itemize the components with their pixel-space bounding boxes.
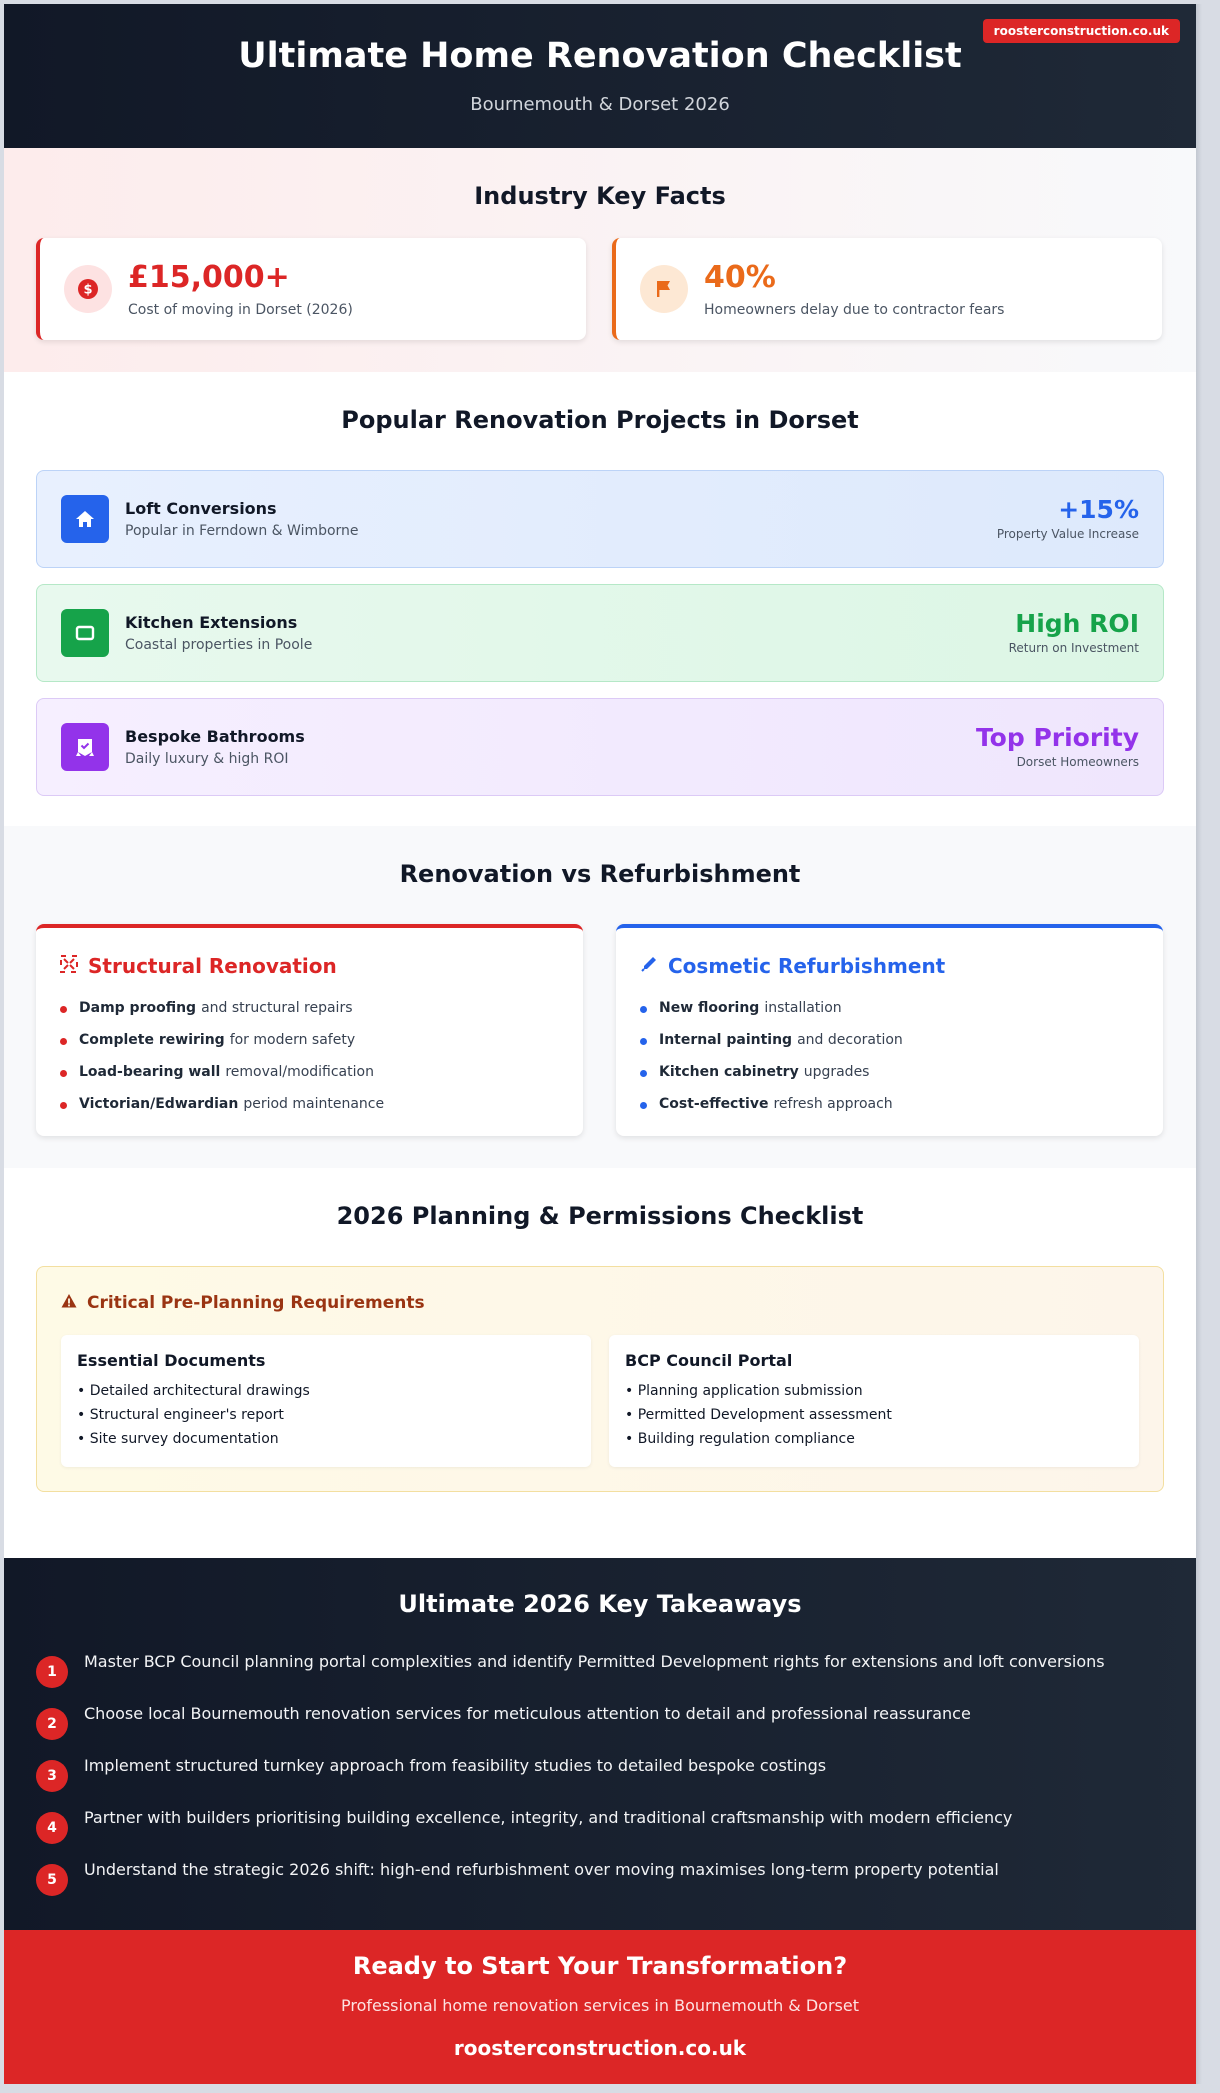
list-item: • Site survey documentation xyxy=(77,1431,279,1447)
list-item: Victorian/Edwardian period maintenance xyxy=(60,1096,384,1128)
list-item: • Structural engineer's report xyxy=(77,1407,284,1423)
house-icon xyxy=(61,495,109,543)
fact-card-moving-cost: $ £15,000+ Cost of moving in Dorset (202… xyxy=(36,238,586,340)
essential-documents-panel: Essential Documents • Detailed architect… xyxy=(61,1335,591,1467)
project-card-kitchen: Kitchen Extensions Coastal properties in… xyxy=(36,584,1164,682)
warning-icon xyxy=(61,1293,77,1313)
cta-website-link[interactable]: roosterconstruction.co.uk xyxy=(4,2036,1196,2060)
list-item: • Detailed architectural drawings xyxy=(77,1383,310,1399)
planning-section: 2026 Planning & Permissions Checklist Cr… xyxy=(4,1168,1196,1558)
project-stat: +15% xyxy=(1058,495,1139,524)
project-stat-label: Property Value Increase xyxy=(996,527,1139,541)
page-shadow xyxy=(1196,4,1202,2084)
project-stat: High ROI xyxy=(1015,609,1139,638)
fact-value: 40% xyxy=(704,260,776,295)
project-subtitle: Popular in Ferndown & Wimborne xyxy=(125,523,359,539)
infographic-page: roosterconstruction.co.uk Ultimate Home … xyxy=(4,4,1196,2084)
list-item: Kitchen cabinetry upgrades xyxy=(640,1064,903,1096)
cta-title: Ready to Start Your Transformation? xyxy=(352,1952,848,1980)
takeaway-number: 2 xyxy=(36,1708,68,1740)
essential-documents-title: Essential Documents xyxy=(77,1351,266,1370)
renovation-vs-refurbishment-section: Renovation vs Refurbishment Structural R… xyxy=(4,826,1196,1168)
call-to-action-section: Ready to Start Your Transformation? Prof… xyxy=(4,1930,1196,2084)
list-item: Cost-effective refresh approach xyxy=(640,1096,903,1128)
paintbrush-icon xyxy=(640,955,658,977)
takeaway-number: 3 xyxy=(36,1760,68,1792)
pre-planning-title: Critical Pre-Planning Requirements xyxy=(87,1293,425,1313)
pre-planning-box: Critical Pre-Planning Requirements Essen… xyxy=(36,1266,1164,1492)
takeaway-item: 3 Implement structured turnkey approach … xyxy=(36,1756,1166,1792)
list-item: Damp proofing and structural repairs xyxy=(60,1000,384,1032)
project-subtitle: Coastal properties in Poole xyxy=(125,637,313,653)
cosmetic-refurbishment-card: Cosmetic Refurbishment New flooring insta… xyxy=(616,924,1163,1136)
project-name: Bespoke Bathrooms xyxy=(125,727,305,746)
page-title: Ultimate Home Renovation Checklist xyxy=(238,36,962,76)
list-item: New flooring installation xyxy=(640,1000,903,1032)
popular-projects-section: Popular Renovation Projects in Dorset Lo… xyxy=(4,372,1196,826)
key-facts-title: Industry Key Facts xyxy=(474,182,726,210)
project-name: Kitchen Extensions xyxy=(125,613,298,632)
refurbishment-list: New flooring installation Internal painti… xyxy=(640,1000,903,1128)
popular-projects-title: Popular Renovation Projects in Dorset xyxy=(341,406,859,434)
cabinet-icon xyxy=(61,609,109,657)
fact-value: £15,000+ xyxy=(128,260,290,295)
takeaway-text: Understand the strategic 2026 shift: hig… xyxy=(84,1860,999,1879)
project-stat-label: Return on Investment xyxy=(1008,641,1139,655)
project-name: Loft Conversions xyxy=(125,499,277,518)
list-item: Internal painting and decoration xyxy=(640,1032,903,1064)
structural-renovation-title: Structural Renovation xyxy=(88,954,337,978)
page-subtitle: Bournemouth & Dorset 2026 xyxy=(470,94,730,115)
key-facts-section: Industry Key Facts $ £15,000+ Cost of mo… xyxy=(4,148,1196,372)
takeaway-item: 4 Partner with builders prioritising bui… xyxy=(36,1808,1166,1844)
takeaway-number: 1 xyxy=(36,1656,68,1688)
fact-description: Homeowners delay due to contractor fears xyxy=(704,302,1005,318)
planning-title: 2026 Planning & Permissions Checklist xyxy=(336,1202,864,1230)
takeaway-number: 5 xyxy=(36,1864,68,1896)
svg-text:$: $ xyxy=(83,283,92,298)
project-card-bathroom: Bespoke Bathrooms Daily luxury & high RO… xyxy=(36,698,1164,796)
list-item: Complete rewiring for modern safety xyxy=(60,1032,384,1064)
project-card-loft: Loft Conversions Popular in Ferndown & W… xyxy=(36,470,1164,568)
takeaway-text: Master BCP Council planning portal compl… xyxy=(84,1652,1105,1671)
list-item: • Permitted Development assessment xyxy=(625,1407,892,1423)
cosmetic-refurbishment-title: Cosmetic Refurbishment xyxy=(668,954,946,978)
key-takeaways-section: Ultimate 2026 Key Takeaways 1 Master BCP… xyxy=(4,1558,1196,1930)
flag-icon xyxy=(640,265,688,313)
project-stat-label: Dorset Homeowners xyxy=(1016,755,1139,769)
renovation-list: Damp proofing and structural repairs Comp… xyxy=(60,1000,384,1128)
list-item: • Building regulation compliance xyxy=(625,1431,855,1447)
list-item: • Planning application submission xyxy=(625,1383,863,1399)
essential-documents-list: • Detailed architectural drawings • Stru… xyxy=(77,1383,310,1455)
project-stat: Top Priority xyxy=(975,723,1139,752)
bcp-council-portal-list: • Planning application submission • Perm… xyxy=(625,1383,892,1455)
versus-title: Renovation vs Refurbishment xyxy=(399,860,801,888)
fact-description: Cost of moving in Dorset (2026) xyxy=(128,302,353,318)
takeaway-item: 2 Choose local Bournemouth renovation se… xyxy=(36,1704,1166,1740)
fact-card-contractor-fears: 40% Homeowners delay due to contractor f… xyxy=(612,238,1162,340)
pound-coin-icon: $ xyxy=(64,265,112,313)
project-subtitle: Daily luxury & high ROI xyxy=(125,751,289,767)
bcp-council-portal-title: BCP Council Portal xyxy=(625,1351,793,1370)
bcp-council-portal-panel: BCP Council Portal • Planning applicatio… xyxy=(609,1335,1139,1467)
cta-subtitle: Professional home renovation services in… xyxy=(340,1996,859,2015)
key-takeaways-title: Ultimate 2026 Key Takeaways xyxy=(398,1590,802,1618)
header: roosterconstruction.co.uk Ultimate Home … xyxy=(4,4,1196,148)
takeaway-text: Choose local Bournemouth renovation serv… xyxy=(84,1704,971,1723)
list-item: Load-bearing wall removal/modification xyxy=(60,1064,384,1096)
takeaway-item: 1 Master BCP Council planning portal com… xyxy=(36,1652,1166,1688)
takeaway-number: 4 xyxy=(36,1812,68,1844)
takeaway-item: 5 Understand the strategic 2026 shift: h… xyxy=(36,1860,1166,1896)
structural-renovation-card: Structural Renovation Damp proofing and s… xyxy=(36,924,583,1136)
takeaway-text: Partner with builders prioritising build… xyxy=(84,1808,1013,1827)
award-icon xyxy=(61,723,109,771)
expand-arrows-icon xyxy=(60,955,78,977)
takeaway-text: Implement structured turnkey approach fr… xyxy=(84,1756,827,1775)
